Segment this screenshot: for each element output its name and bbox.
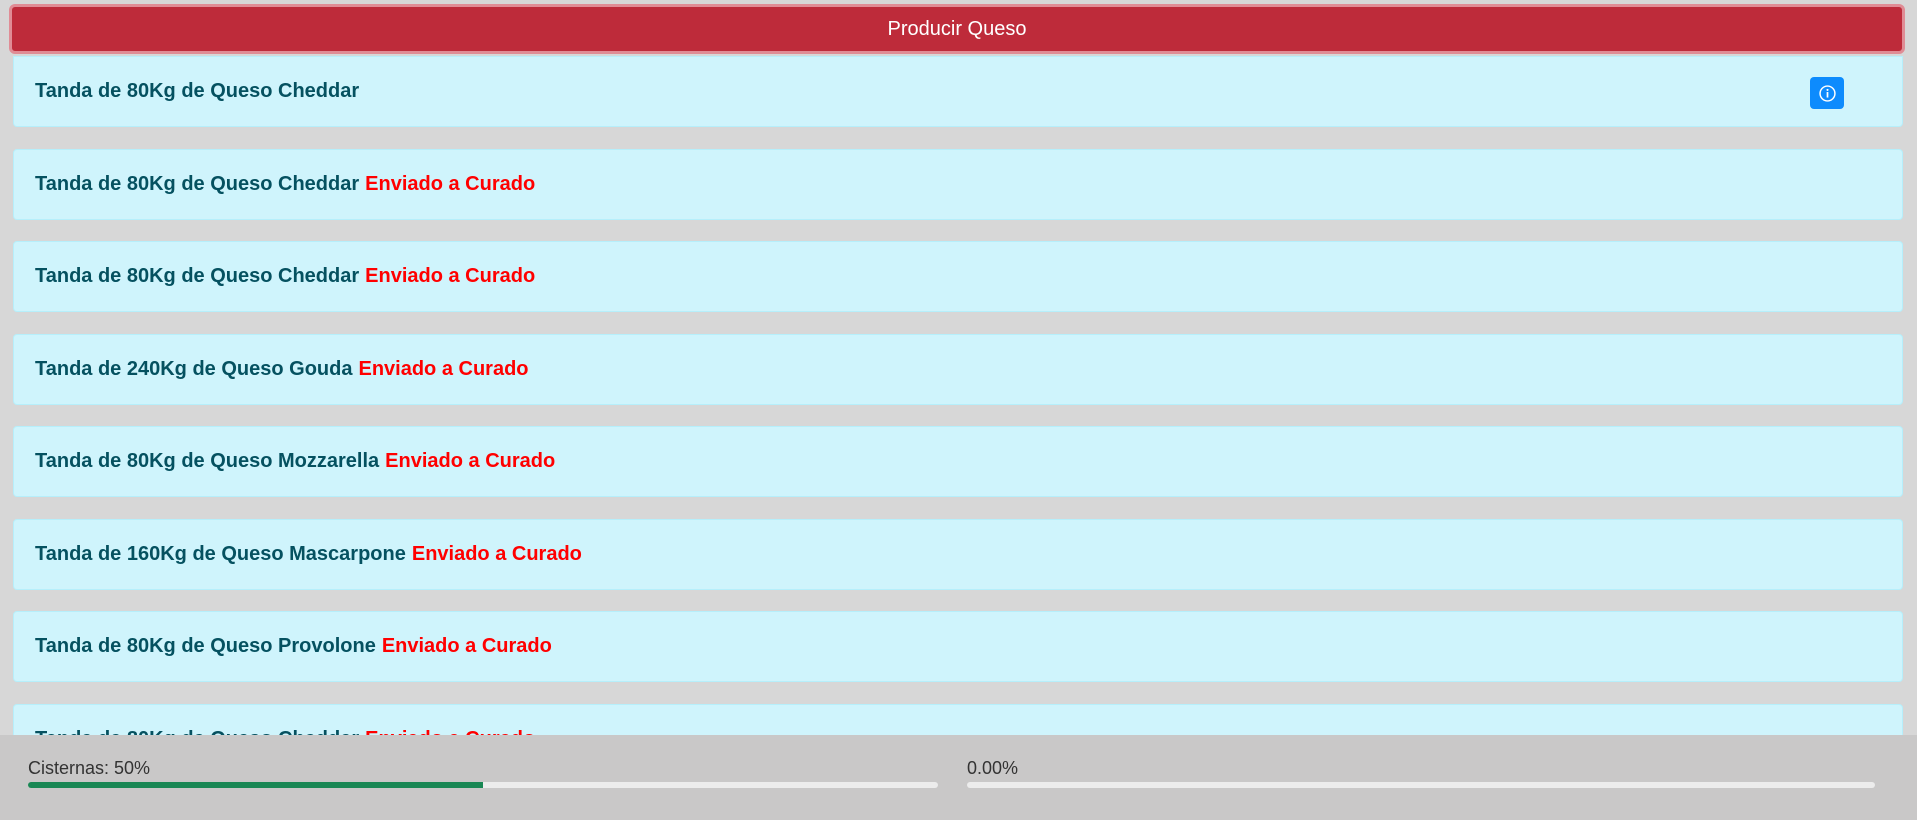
cisternas-label: Cisternas: 50% xyxy=(28,758,151,778)
batch-label: Tanda de 80Kg de Queso Cheddar xyxy=(35,172,360,195)
batch-status: Enviado a Curado xyxy=(385,450,556,472)
batch-list: Tanda de 80Kg de Queso Cheddar Tanda de … xyxy=(13,56,1903,796)
batch-item: Tanda de 80Kg de Queso Cheddar xyxy=(13,56,1903,127)
batch-status: Enviado a Curado xyxy=(411,542,582,565)
batch-status: Enviado a Curado xyxy=(358,357,529,380)
produce-cheese-button[interactable]: Producir Queso xyxy=(9,4,1905,54)
production-progress-label: 0.00% xyxy=(967,758,1019,778)
batch-item: Tanda de 80Kg de Queso CheddarEnviado a … xyxy=(13,241,1903,312)
batch-label: Tanda de 80Kg de Queso Cheddar xyxy=(35,265,360,287)
batch-item: Tanda de 80Kg de Queso Provolone Enviado … xyxy=(13,611,1903,682)
batch-status: Enviado a Curado xyxy=(381,635,552,657)
status-footer: Cisternas: 50% 0.00% xyxy=(0,735,1917,820)
cisternas-progress-track xyxy=(28,782,938,788)
batch-status: Enviado a Curado xyxy=(365,265,536,287)
cisternas-progress-fill xyxy=(28,782,483,788)
batch-item: Tanda de 240Kg de Queso Gouda Enviado a C… xyxy=(13,333,1903,405)
batch-status: Enviado a Curado xyxy=(365,172,536,195)
batch-label: Tanda de 80Kg de Queso Cheddar xyxy=(35,80,360,102)
info-button[interactable] xyxy=(1810,77,1844,109)
production-progress: 0.00% xyxy=(967,757,1875,788)
batch-item: Tanda de 80Kg de Queso CheddarEnviado a … xyxy=(13,148,1903,220)
batch-label: Tanda de 80Kg de Queso Provolone xyxy=(35,635,376,657)
batch-item: Tanda de 160Kg de Queso Mascarpone Enviad… xyxy=(13,518,1903,590)
cisternas-progress: Cisternas: 50% xyxy=(28,757,938,788)
production-progress-track xyxy=(967,782,1875,788)
batch-label: Tanda de 160Kg de Queso Mascarpone xyxy=(35,542,406,565)
cheese-production-page: Producir Queso Tanda de 80Kg de Queso Ch… xyxy=(0,0,1917,820)
batch-item: Tanda de 80Kg de Queso Mozzarella Enviado… xyxy=(13,426,1903,497)
batch-label: Tanda de 80Kg de Queso Mozzarella xyxy=(35,450,380,472)
batch-label: Tanda de 240Kg de Queso Gouda xyxy=(35,357,353,380)
info-circle-icon xyxy=(1818,84,1836,102)
